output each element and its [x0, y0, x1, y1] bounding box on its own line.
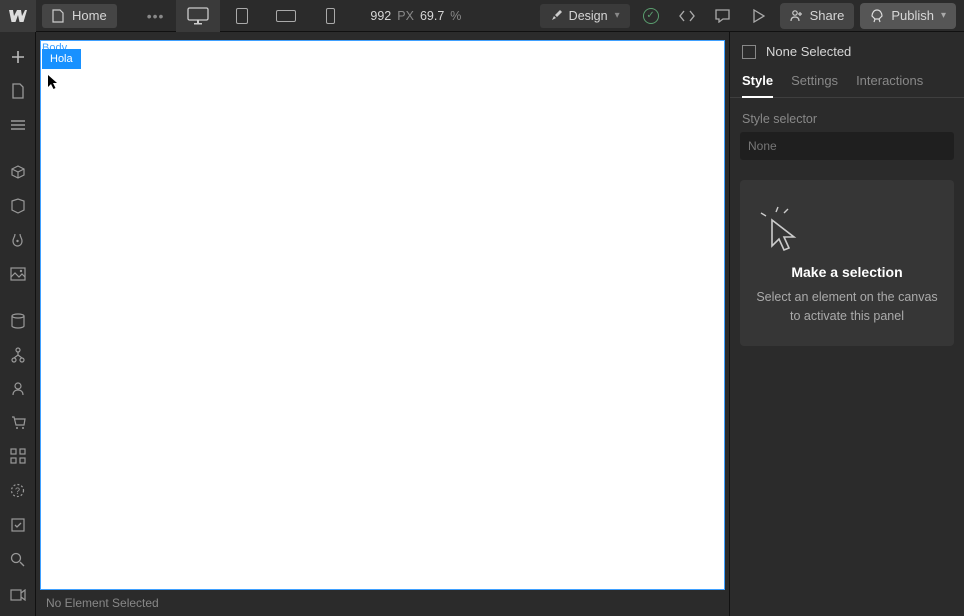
assets-panel-button[interactable]	[0, 257, 36, 291]
empty-state-description: Select an element on the canvas to activ…	[754, 288, 940, 326]
page-icon	[52, 9, 64, 23]
navigator-panel-button[interactable]	[0, 108, 36, 142]
audit-panel-button[interactable]	[0, 507, 36, 542]
share-button[interactable]: Share	[780, 3, 855, 29]
code-icon	[679, 10, 695, 22]
percent-unit: %	[450, 9, 461, 23]
canvas-dimensions: 992 PX 69.7 %	[370, 9, 461, 23]
status-text: No Element Selected	[46, 596, 159, 610]
desktop-icon	[187, 7, 209, 25]
pages-panel-button[interactable]	[0, 74, 36, 108]
status-bar: No Element Selected	[36, 590, 729, 616]
canvas[interactable]: Body Hola	[40, 40, 725, 590]
selection-indicator-icon	[742, 45, 756, 59]
components-panel-button[interactable]	[0, 155, 36, 189]
styles-panel-button[interactable]	[0, 223, 36, 257]
code-export[interactable]	[672, 0, 702, 32]
webflow-logo-icon	[9, 10, 27, 22]
empty-state: Make a selection Select an element on th…	[740, 180, 954, 346]
breakpoint-phone[interactable]	[308, 0, 352, 32]
tab-settings[interactable]: Settings	[791, 73, 838, 97]
tab-style[interactable]: Style	[742, 73, 773, 98]
cms-panel-button[interactable]	[0, 304, 36, 338]
style-selector-input[interactable]: None	[740, 132, 954, 160]
page-selector[interactable]: Home	[42, 4, 117, 28]
selection-header: None Selected	[730, 32, 964, 59]
top-bar: Home ••• 992 PX 69.7 % Design	[0, 0, 964, 32]
breakpoint-desktop[interactable]	[176, 0, 220, 32]
selection-label: None Selected	[766, 44, 851, 59]
canvas-area: Body Hola No Element Selected	[36, 32, 729, 616]
publish-label: Publish	[891, 8, 934, 23]
tablet-landscape-icon	[276, 10, 296, 22]
cursor-icon	[47, 74, 59, 90]
more-options[interactable]: •••	[147, 8, 165, 24]
users-panel-button[interactable]	[0, 372, 36, 406]
tab-interactions[interactable]: Interactions	[856, 73, 923, 97]
right-panel: None Selected Style Settings Interaction…	[729, 32, 964, 616]
logic-panel-button[interactable]	[0, 338, 36, 372]
mode-switch[interactable]: Design ▾	[540, 4, 630, 28]
preview[interactable]	[744, 0, 774, 32]
share-label: Share	[810, 8, 845, 23]
comment-icon	[715, 9, 730, 23]
px-unit: PX	[397, 9, 414, 23]
person-plus-icon	[790, 9, 803, 22]
ecommerce-panel-button[interactable]	[0, 406, 36, 440]
tablet-icon	[236, 8, 248, 24]
style-selector-value: None	[748, 139, 777, 153]
brush-icon	[550, 10, 562, 22]
left-sidebar: ?	[0, 32, 36, 616]
breakpoint-group	[176, 0, 352, 31]
publish-button[interactable]: Publish ▾	[860, 3, 956, 29]
help-panel-button[interactable]: ?	[0, 473, 36, 507]
page-name: Home	[72, 8, 107, 23]
variables-panel-button[interactable]	[0, 189, 36, 223]
check-icon: ✓	[643, 8, 659, 24]
status-check[interactable]: ✓	[636, 0, 666, 32]
chevron-down-icon: ▾	[941, 10, 946, 21]
style-selector-label: Style selector	[730, 98, 964, 132]
rocket-icon	[870, 9, 884, 23]
cursor-click-icon	[754, 204, 804, 254]
comments[interactable]	[708, 0, 738, 32]
search-panel-button[interactable]	[0, 542, 36, 577]
video-panel-button[interactable]	[0, 577, 36, 612]
empty-state-title: Make a selection	[754, 264, 940, 280]
text-element[interactable]: Hola	[42, 49, 81, 69]
mode-label: Design	[569, 9, 608, 23]
chevron-down-icon: ▾	[615, 10, 620, 21]
apps-panel-button[interactable]	[0, 439, 36, 473]
play-icon	[753, 9, 765, 23]
add-panel-button[interactable]	[0, 40, 36, 74]
canvas-width-value[interactable]: 992	[370, 9, 391, 23]
webflow-logo[interactable]	[0, 0, 36, 32]
panel-tabs: Style Settings Interactions	[730, 59, 964, 98]
svg-text:?: ?	[15, 486, 20, 496]
breakpoint-tablet-landscape[interactable]	[264, 0, 308, 32]
zoom-value[interactable]: 69.7	[420, 9, 444, 23]
phone-icon	[326, 8, 335, 24]
breakpoint-tablet[interactable]	[220, 0, 264, 32]
